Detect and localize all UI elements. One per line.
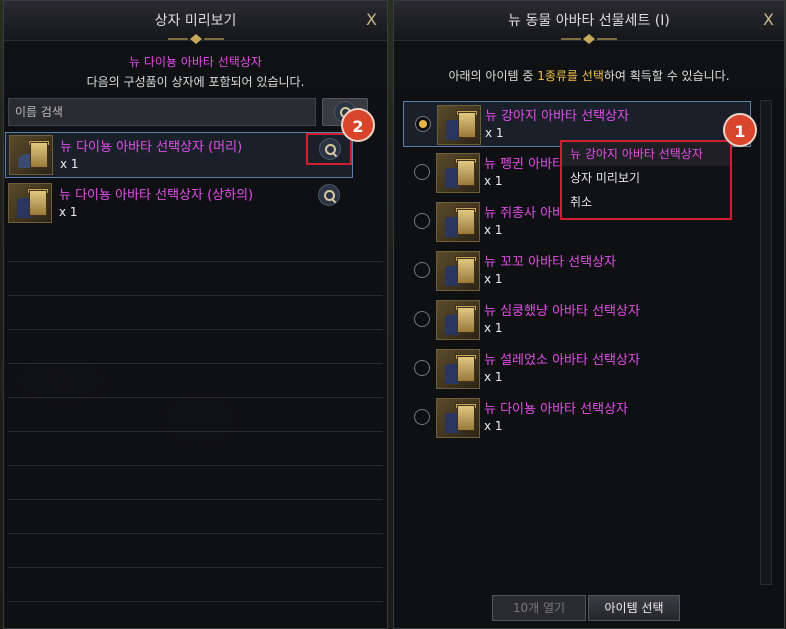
avatar-box-icon — [436, 251, 480, 291]
item-name: 뉴 다이뇽 아바타 선택상자 (머리) — [60, 140, 243, 155]
avatar-box-icon — [9, 135, 53, 175]
row-divider — [8, 329, 383, 330]
choice-item-6[interactable]: 뉴 다이뇽 아바타 선택상자 x 1 — [403, 395, 751, 441]
row-divider — [8, 431, 383, 432]
gift-set-panel: 뉴 동물 아바타 선물세트 (I) X 아래의 아이템 중 1종류를 선택하여 … — [393, 0, 785, 629]
row-divider — [8, 465, 383, 466]
context-menu-item-preview[interactable]: 상자 미리보기 — [562, 166, 730, 190]
radio-button[interactable] — [414, 164, 430, 180]
item-name: 뉴 설레었소 아바타 선택상자 — [484, 353, 640, 368]
row-divider — [8, 601, 383, 602]
title-ornament-icon — [167, 34, 224, 44]
item-qty: x 1 — [484, 174, 503, 188]
avatar-box-icon — [436, 398, 480, 438]
context-menu-item-cancel[interactable]: 취소 — [562, 190, 730, 214]
instruction-highlight: 1종류를 선택 — [537, 69, 604, 83]
preview-magnifier-icon[interactable] — [318, 184, 340, 206]
radio-button[interactable] — [414, 409, 430, 425]
list-item-head[interactable]: 뉴 다이뇽 아바타 선택상자 (머리) x 1 — [5, 132, 353, 178]
choice-item-3[interactable]: 뉴 꼬꼬 아바타 선택상자 x 1 — [403, 248, 751, 294]
context-menu-item-name[interactable]: 뉴 강아지 아바타 선택상자 — [562, 142, 730, 166]
open-ten-button[interactable]: 10개 열기 — [492, 595, 586, 621]
avatar-box-icon — [436, 300, 480, 340]
row-divider — [8, 295, 383, 296]
close-button[interactable]: X — [366, 10, 377, 29]
item-name: 뉴 강아지 아바타 선택상자 — [485, 109, 629, 124]
row-divider — [8, 261, 383, 262]
avatar-box-icon — [436, 153, 480, 193]
list-scrollbar[interactable] — [760, 100, 772, 585]
radio-button[interactable] — [414, 360, 430, 376]
choice-item-5[interactable]: 뉴 설레었소 아바타 선택상자 x 1 — [403, 346, 751, 392]
row-divider — [8, 533, 383, 534]
radio-button[interactable] — [414, 213, 430, 229]
annotation-badge-1: 1 — [723, 113, 757, 147]
item-qty: x 1 — [60, 157, 79, 171]
close-button[interactable]: X — [763, 10, 774, 29]
box-description: 다음의 구성품이 상자에 포함되어 있습니다. — [86, 75, 305, 89]
avatar-box-icon — [437, 105, 481, 145]
item-qty: x 1 — [484, 321, 503, 335]
row-divider — [8, 397, 383, 398]
choice-item-4[interactable]: 뉴 심쿵했냥 아바타 선택상자 x 1 — [403, 297, 751, 343]
instruction-text: 아래의 아이템 중 1종류를 선택하여 획득할 수 있습니다. — [394, 67, 784, 84]
item-name: 뉴 다이뇽 아바타 선택상자 (상하의) — [59, 188, 254, 203]
context-menu: 뉴 강아지 아바타 선택상자 상자 미리보기 취소 — [560, 140, 732, 220]
title-ornament-icon — [561, 34, 617, 44]
annotation-badge-2: 2 — [341, 108, 375, 142]
avatar-box-icon — [436, 349, 480, 389]
instruction-pre: 아래의 아이템 중 — [448, 69, 538, 83]
list-item-outfit[interactable]: 뉴 다이뇽 아바타 선택상자 (상하의) x 1 — [5, 181, 353, 227]
item-name: 뉴 다이뇽 아바타 선택상자 — [484, 402, 628, 417]
instruction-post: 하여 획득할 수 있습니다. — [603, 69, 730, 83]
radio-button[interactable] — [414, 262, 430, 278]
avatar-box-icon — [436, 202, 480, 242]
radio-button[interactable] — [415, 116, 431, 132]
item-qty: x 1 — [484, 370, 503, 384]
avatar-box-icon — [8, 183, 52, 223]
row-divider — [8, 567, 383, 568]
item-qty: x 1 — [484, 223, 503, 237]
item-name: 뉴 꼬꼬 아바타 선택상자 — [484, 255, 616, 270]
box-preview-panel: 상자 미리보기 X 뉴 다이뇽 아바타 선택상자 다음의 구성품이 상자에 포함… — [3, 0, 388, 629]
radio-button[interactable] — [414, 311, 430, 327]
row-divider — [8, 499, 383, 500]
row-divider — [8, 363, 383, 364]
select-item-button[interactable]: 아이템 선택 — [588, 595, 680, 621]
item-qty: x 1 — [484, 419, 503, 433]
item-qty: x 1 — [484, 272, 503, 286]
annotation-highlight-box — [306, 133, 352, 165]
box-name: 뉴 다이뇽 아바타 선택상자 — [129, 55, 262, 69]
search-input[interactable]: 이름 검색 — [8, 98, 316, 126]
item-qty: x 1 — [485, 126, 504, 140]
item-qty: x 1 — [59, 205, 78, 219]
item-name: 뉴 심쿵했냥 아바타 선택상자 — [484, 304, 640, 319]
